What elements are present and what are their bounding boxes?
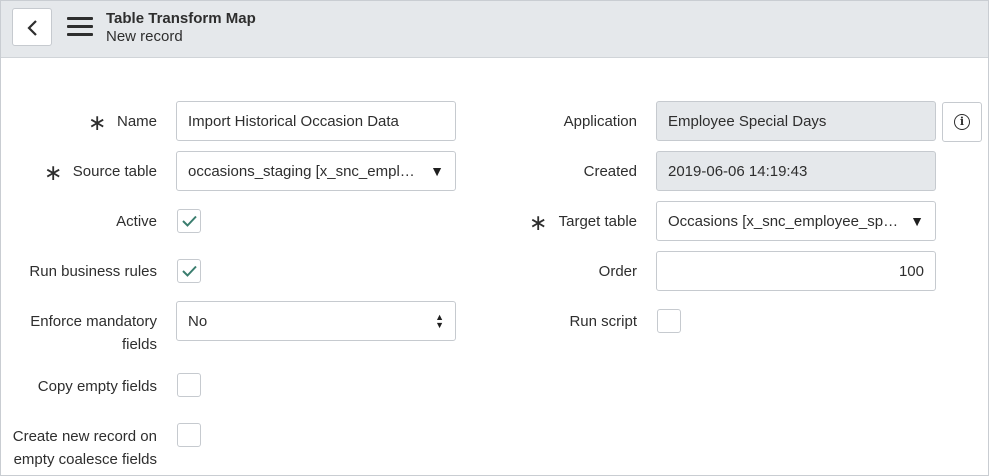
copy-empty-fields-checkbox[interactable] <box>177 373 201 397</box>
dropdown-caret-icon: ▼ <box>430 163 444 179</box>
created-label: Created <box>583 163 637 180</box>
active-label: Active <box>116 213 157 230</box>
back-button[interactable] <box>12 8 52 46</box>
run-script-checkbox[interactable] <box>657 309 681 333</box>
required-marker-name: ∗ <box>88 110 107 135</box>
application-field: Employee Special Days <box>656 101 936 141</box>
source-table-select[interactable]: occasions_staging [x_snc_empl… ▼ <box>176 151 456 191</box>
required-marker-source-table: ∗ <box>44 160 63 185</box>
run-business-rules-label: Run business rules <box>29 263 157 280</box>
create-new-record-checkbox[interactable] <box>177 423 201 447</box>
target-table-label: Target table <box>558 213 637 230</box>
name-label: Name <box>116 113 157 130</box>
run-script-label: Run script <box>569 313 637 330</box>
required-marker-target-table: ∗ <box>529 210 548 235</box>
dropdown-caret-icon: ▼ <box>910 213 924 229</box>
checkmark-icon <box>182 215 197 227</box>
form-window: Table Transform Map New record ∗ Name Im… <box>0 0 989 476</box>
select-updown-icon: ▲ ▼ <box>435 312 444 330</box>
enforce-mandatory-value: No <box>188 312 208 330</box>
enforce-mandatory-label-line1: Enforce mandatory <box>30 313 157 330</box>
source-table-value: occasions_staging [x_snc_empl… <box>188 162 415 180</box>
info-icon: i <box>954 114 970 130</box>
application-label: Application <box>563 113 637 130</box>
name-value: Import Historical Occasion Data <box>188 112 399 130</box>
create-new-record-label-line1: Create new record on <box>12 428 157 445</box>
page-title: Table Transform Map <box>106 10 256 27</box>
application-value: Employee Special Days <box>668 112 827 130</box>
create-new-record-label-line2: empty coalesce fields <box>13 451 157 468</box>
enforce-mandatory-label-line2: fields <box>121 336 157 353</box>
chevron-left-icon <box>27 20 37 36</box>
order-label: Order <box>598 263 637 280</box>
copy-empty-fields-label: Copy empty fields <box>37 378 157 395</box>
target-table-select[interactable]: Occasions [x_snc_employee_sp… ▼ <box>656 201 936 241</box>
checkmark-icon <box>182 265 197 277</box>
run-business-rules-checkbox[interactable] <box>177 259 201 283</box>
created-value: 2019-06-06 14:19:43 <box>668 162 808 180</box>
source-table-label: Source table <box>72 163 157 180</box>
order-input[interactable]: 100 <box>656 251 936 291</box>
target-table-value: Occasions [x_snc_employee_sp… <box>668 212 899 230</box>
name-input[interactable]: Import Historical Occasion Data <box>176 101 456 141</box>
application-info-button[interactable]: i <box>942 102 982 142</box>
hamburger-menu-icon[interactable] <box>67 17 93 39</box>
order-value: 100 <box>898 262 924 280</box>
active-checkbox[interactable] <box>177 209 201 233</box>
page-subtitle: New record <box>106 28 183 45</box>
enforce-mandatory-select[interactable]: No ▲ ▼ <box>176 301 456 341</box>
created-field: 2019-06-06 14:19:43 <box>656 151 936 191</box>
form-header: Table Transform Map New record <box>1 1 988 58</box>
